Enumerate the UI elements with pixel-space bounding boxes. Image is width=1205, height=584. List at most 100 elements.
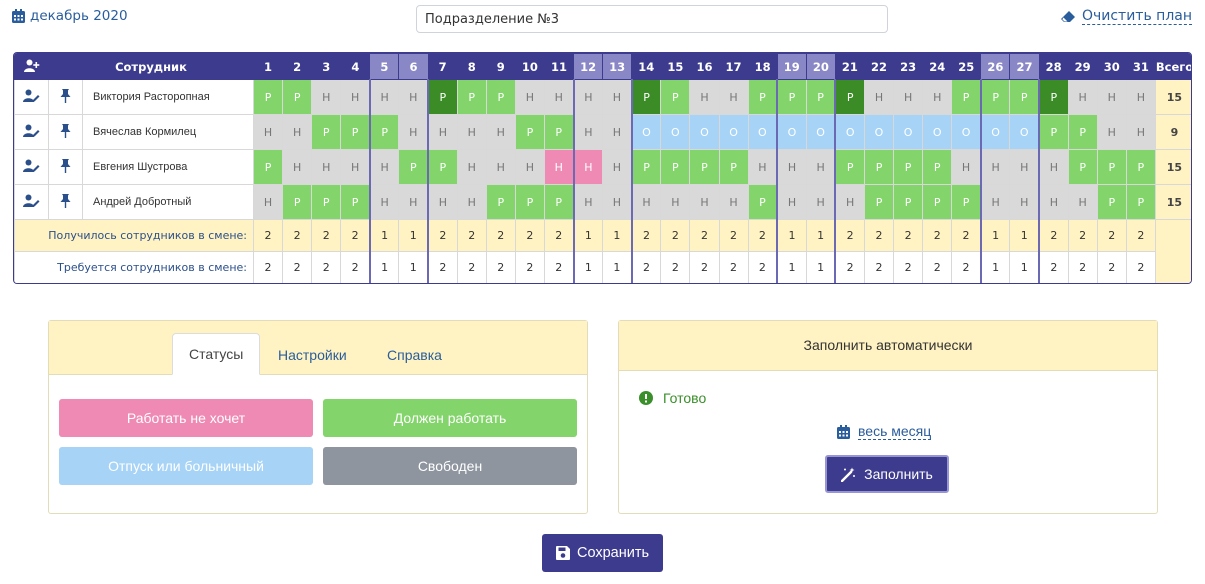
required-count-cell[interactable]: 2 [922, 251, 953, 283]
shift-cell[interactable]: Р [340, 114, 371, 150]
shift-cell[interactable]: Р [340, 184, 371, 220]
required-count-cell[interactable]: 2 [1067, 251, 1098, 283]
tab-settings[interactable]: Настройки [262, 335, 363, 375]
shift-cell[interactable]: Н [368, 184, 400, 220]
shift-cell[interactable]: Н [543, 149, 575, 185]
shift-cell[interactable]: Н [863, 79, 895, 115]
required-count-cell[interactable]: 1 [776, 251, 807, 283]
status-free-button[interactable]: Свободен [323, 447, 577, 485]
required-count-cell[interactable]: 2 [340, 251, 371, 283]
shift-cell[interactable]: Н [340, 149, 371, 185]
clear-plan-link[interactable]: Очистить план [1060, 8, 1192, 25]
shift-cell[interactable]: Н [922, 79, 953, 115]
add-employee-icon[interactable] [14, 53, 49, 80]
required-count-cell[interactable]: 2 [630, 251, 662, 283]
shift-cell[interactable]: Н [1009, 184, 1040, 220]
shift-cell[interactable]: Р [252, 149, 284, 185]
shift-cell[interactable]: Н [630, 184, 662, 220]
shift-cell[interactable]: Н [979, 184, 1011, 220]
shift-cell[interactable]: О [805, 114, 836, 150]
required-count-cell[interactable]: 1 [368, 251, 400, 283]
shift-cell[interactable]: О [1009, 114, 1040, 150]
edit-employee-icon[interactable] [14, 149, 49, 185]
shift-cell[interactable]: Р [398, 149, 429, 185]
shift-cell[interactable]: Р [1096, 149, 1127, 185]
shift-cell[interactable]: О [718, 114, 749, 150]
shift-cell[interactable]: Н [456, 184, 487, 220]
shift-cell[interactable]: Р [922, 184, 953, 220]
shift-cell[interactable]: Р [311, 114, 342, 150]
shift-cell[interactable]: Р [979, 79, 1011, 115]
required-count-cell[interactable]: 2 [718, 251, 749, 283]
shift-cell[interactable]: Н [979, 149, 1011, 185]
shift-cell[interactable]: Н [718, 184, 749, 220]
shift-cell[interactable]: Н [776, 184, 807, 220]
shift-cell[interactable]: Н [805, 184, 836, 220]
shift-cell[interactable]: Р [1067, 149, 1098, 185]
shift-cell[interactable]: О [630, 114, 662, 150]
shift-cell[interactable]: Н [485, 149, 516, 185]
edit-employee-icon[interactable] [14, 184, 49, 220]
shift-cell[interactable]: Р [282, 184, 313, 220]
shift-cell[interactable]: Р [805, 79, 836, 115]
shift-cell[interactable]: Н [747, 149, 778, 185]
status-wont-work-button[interactable]: Работать не хочет [59, 399, 313, 437]
shift-cell[interactable]: Р [427, 149, 458, 185]
shift-cell[interactable]: Н [514, 149, 545, 185]
shift-cell[interactable]: Р [368, 114, 400, 150]
shift-cell[interactable]: Р [514, 184, 545, 220]
shift-cell[interactable]: Р [747, 184, 778, 220]
shift-cell[interactable]: Н [398, 114, 429, 150]
required-count-cell[interactable]: 1 [398, 251, 429, 283]
shift-cell[interactable]: Н [572, 114, 604, 150]
shift-cell[interactable]: Р [660, 79, 691, 115]
required-count-cell[interactable]: 1 [572, 251, 604, 283]
shift-cell[interactable]: Р [630, 149, 662, 185]
required-count-cell[interactable]: 2 [660, 251, 691, 283]
save-button[interactable]: Сохранить [542, 534, 663, 572]
month-selector[interactable]: декабрь 2020 [12, 8, 128, 24]
shift-cell[interactable]: Н [398, 184, 429, 220]
shift-cell[interactable]: Р [747, 79, 778, 115]
shift-cell[interactable]: О [979, 114, 1011, 150]
shift-cell[interactable]: О [951, 114, 982, 150]
shift-cell[interactable]: Н [1009, 149, 1040, 185]
shift-cell[interactable]: О [776, 114, 807, 150]
shift-cell[interactable]: Р [427, 79, 458, 115]
shift-cell[interactable]: Н [572, 184, 604, 220]
required-count-cell[interactable]: 2 [456, 251, 487, 283]
shift-cell[interactable]: Н [776, 149, 807, 185]
shift-cell[interactable]: Р [718, 149, 749, 185]
shift-cell[interactable]: Н [282, 149, 313, 185]
shift-cell[interactable]: Р [1125, 184, 1156, 220]
shift-cell[interactable]: Н [572, 149, 604, 185]
required-count-cell[interactable]: 2 [311, 251, 342, 283]
required-count-cell[interactable]: 1 [979, 251, 1011, 283]
shift-cell[interactable]: Н [368, 79, 400, 115]
shift-cell[interactable]: Р [834, 79, 865, 115]
required-count-cell[interactable]: 2 [863, 251, 895, 283]
shift-cell[interactable]: Р [485, 79, 516, 115]
tab-statuses[interactable]: Статусы [172, 333, 261, 375]
pin-icon[interactable] [48, 149, 83, 185]
shift-cell[interactable]: Н [514, 79, 545, 115]
required-count-cell[interactable]: 2 [514, 251, 545, 283]
shift-cell[interactable]: Н [427, 114, 458, 150]
required-count-cell[interactable]: 2 [893, 251, 924, 283]
shift-cell[interactable]: Р [660, 149, 691, 185]
shift-cell[interactable]: Р [252, 79, 284, 115]
shift-cell[interactable]: Н [427, 184, 458, 220]
shift-cell[interactable]: Р [543, 114, 575, 150]
shift-cell[interactable]: Н [252, 114, 284, 150]
department-input[interactable] [416, 5, 888, 33]
shift-cell[interactable]: Н [485, 114, 516, 150]
shift-cell[interactable]: Р [1038, 79, 1069, 115]
shift-cell[interactable]: Н [1067, 79, 1098, 115]
shift-cell[interactable]: Р [1096, 184, 1127, 220]
shift-cell[interactable]: Н [572, 79, 604, 115]
shift-cell[interactable]: Н [252, 184, 284, 220]
shift-cell[interactable]: Н [602, 79, 633, 115]
required-count-cell[interactable]: 2 [1096, 251, 1127, 283]
shift-cell[interactable]: Р [951, 184, 982, 220]
tab-help[interactable]: Справка [371, 335, 458, 375]
